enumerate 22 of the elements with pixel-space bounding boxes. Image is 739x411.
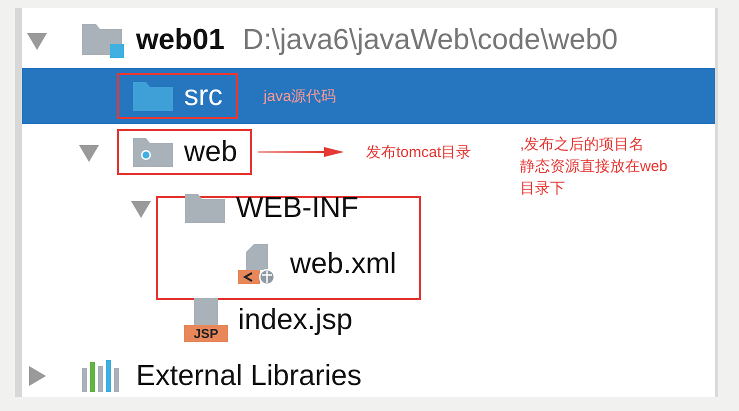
node-label: src	[184, 80, 223, 112]
tree-row[interactable]: web01 D:\java6\javaWeb\code\web0	[22, 12, 630, 68]
annotation-note: ,发布之后的项目名 静态资源直接放在web 目录下	[520, 135, 668, 199]
node-label: web	[184, 136, 238, 168]
node-label: External Libraries	[136, 360, 362, 392]
folder-icon	[132, 79, 174, 113]
annotation-note: java源代码	[264, 86, 336, 106]
web-folder-icon	[132, 135, 174, 169]
scrollbar[interactable]	[15, 8, 22, 397]
node-label: web.xml	[290, 248, 396, 280]
tree-row[interactable]: src java源代码	[22, 68, 715, 124]
tree-row[interactable]: web 发布tomcat目录	[22, 124, 484, 180]
tree-row[interactable]: JSP index.jsp	[22, 292, 364, 348]
folder-icon	[184, 191, 226, 225]
annotation-note: 发布tomcat目录	[366, 142, 472, 162]
module-path: D:\java6\javaWeb\code\web0	[242, 24, 618, 56]
tree-row[interactable]: WEB-INF	[22, 180, 370, 236]
tree-row[interactable]: web.xml	[22, 236, 408, 292]
node-label: web01	[136, 24, 225, 56]
node-label: index.jsp	[238, 304, 352, 336]
node-label: WEB-INF	[236, 192, 358, 224]
tree-row[interactable]: External Libraries	[22, 348, 374, 397]
